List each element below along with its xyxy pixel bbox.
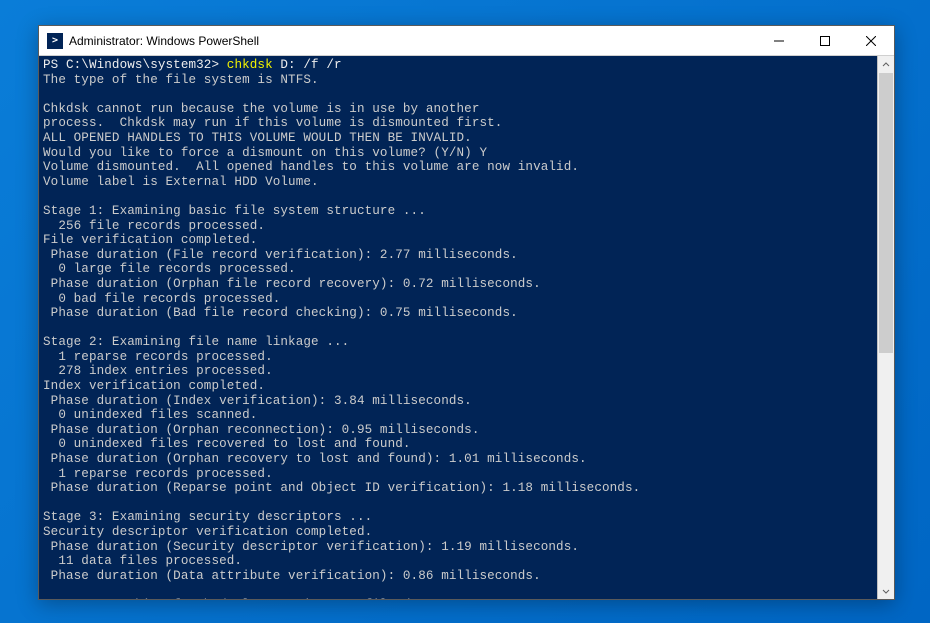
scroll-down-button[interactable] <box>878 582 894 599</box>
terminal-output[interactable]: PS C:\Windows\system32> chkdsk D: /f /r … <box>39 56 877 599</box>
titlebar[interactable]: Administrator: Windows PowerShell <box>39 26 894 56</box>
minimize-icon <box>774 36 784 46</box>
chevron-up-icon <box>882 61 890 69</box>
close-icon <box>866 36 876 46</box>
scroll-track[interactable] <box>878 73 894 582</box>
window-controls <box>756 26 894 55</box>
scroll-up-button[interactable] <box>878 56 894 73</box>
vertical-scrollbar[interactable] <box>877 56 894 599</box>
minimize-button[interactable] <box>756 26 802 55</box>
window-title: Administrator: Windows PowerShell <box>69 34 756 48</box>
powershell-window: Administrator: Windows PowerShell PS C:\… <box>38 25 895 600</box>
maximize-button[interactable] <box>802 26 848 55</box>
terminal-area: PS C:\Windows\system32> chkdsk D: /f /r … <box>39 56 894 599</box>
maximize-icon <box>820 36 830 46</box>
close-button[interactable] <box>848 26 894 55</box>
scroll-thumb[interactable] <box>879 73 893 353</box>
chevron-down-icon <box>882 587 890 595</box>
powershell-icon <box>47 33 63 49</box>
